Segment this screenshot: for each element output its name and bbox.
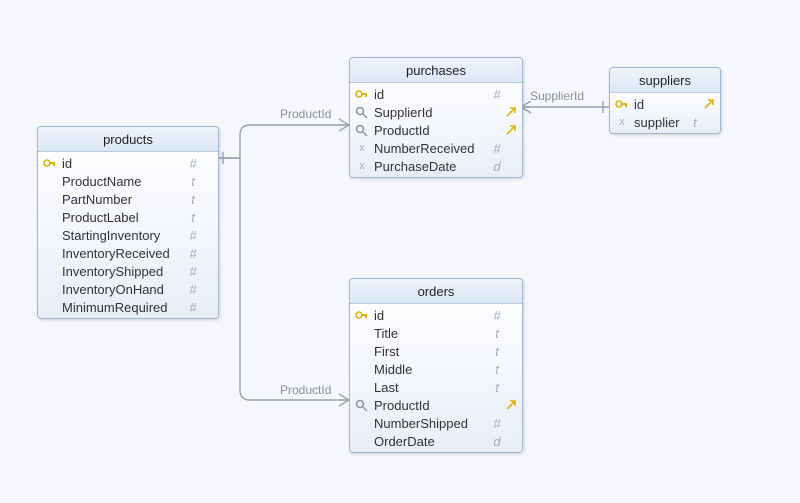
column-icon: [614, 98, 630, 110]
column-icon: [354, 309, 370, 321]
column-name: InventoryReceived: [58, 246, 186, 261]
column-row[interactable]: ProductId: [350, 396, 522, 414]
column-icon: x: [614, 117, 630, 128]
column-name: PartNumber: [58, 192, 186, 207]
column-name: StartingInventory: [58, 228, 186, 243]
column-name: NumberReceived: [370, 141, 490, 156]
entity-suppliers[interactable]: suppliers idxsuppliert: [609, 67, 721, 134]
entity-purchases[interactable]: purchases id#SupplierIdProductIdxNumberR…: [349, 57, 523, 178]
entity-products[interactable]: products id#ProductNametPartNumbertProdu…: [37, 126, 219, 319]
column-name: Title: [370, 326, 490, 341]
column-name: MinimumRequired: [58, 300, 186, 315]
column-fk-icon: [504, 124, 518, 136]
column-icon: [42, 157, 58, 169]
entity-body: idxsuppliert: [610, 93, 720, 133]
column-icon: [354, 106, 370, 118]
column-name: SupplierId: [370, 105, 490, 120]
entity-header: orders: [350, 279, 522, 304]
column-name: NumberShipped: [370, 416, 490, 431]
column-row[interactable]: xsuppliert: [610, 113, 720, 131]
entity-header: products: [38, 127, 218, 152]
column-row[interactable]: xPurchaseDated: [350, 157, 522, 175]
column-type: #: [490, 416, 504, 431]
column-icon: [354, 399, 370, 411]
column-type: d: [490, 159, 504, 174]
relation-label: ProductId: [280, 383, 331, 397]
column-row[interactable]: id: [610, 95, 720, 113]
column-row[interactable]: OrderDated: [350, 432, 522, 450]
column-fk-icon: [504, 106, 518, 118]
column-row[interactable]: Lastt: [350, 378, 522, 396]
column-row[interactable]: ProductNamet: [38, 172, 218, 190]
column-name: ProductLabel: [58, 210, 186, 225]
column-name: supplier: [630, 115, 688, 130]
column-row[interactable]: ProductId: [350, 121, 522, 139]
column-row[interactable]: NumberShipped#: [350, 414, 522, 432]
column-row[interactable]: Titlet: [350, 324, 522, 342]
column-name: InventoryOnHand: [58, 282, 186, 297]
column-name: OrderDate: [370, 434, 490, 449]
column-type: #: [186, 246, 200, 261]
column-row[interactable]: InventoryOnHand#: [38, 280, 218, 298]
column-type: t: [490, 326, 504, 341]
column-name: id: [58, 156, 186, 171]
column-name: ProductId: [370, 123, 490, 138]
column-fk-icon: [504, 399, 518, 411]
column-row[interactable]: xNumberReceived#: [350, 139, 522, 157]
column-name: id: [370, 87, 490, 102]
column-type: #: [186, 264, 200, 279]
column-type: t: [186, 210, 200, 225]
column-type: #: [490, 87, 504, 102]
column-row[interactable]: Middlet: [350, 360, 522, 378]
column-type: #: [186, 156, 200, 171]
column-name: PurchaseDate: [370, 159, 490, 174]
column-type: t: [186, 192, 200, 207]
entity-body: id#SupplierIdProductIdxNumberReceived#xP…: [350, 83, 522, 177]
column-row[interactable]: MinimumRequired#: [38, 298, 218, 316]
column-type: d: [490, 434, 504, 449]
column-type: #: [490, 141, 504, 156]
column-icon: [354, 124, 370, 136]
column-type: t: [490, 380, 504, 395]
column-type: #: [490, 308, 504, 323]
column-name: ProductName: [58, 174, 186, 189]
column-name: Middle: [370, 362, 490, 377]
relation-label: SupplierId: [530, 89, 584, 103]
column-type: t: [688, 115, 702, 130]
column-row[interactable]: InventoryReceived#: [38, 244, 218, 262]
column-row[interactable]: id#: [38, 154, 218, 172]
entity-header: suppliers: [610, 68, 720, 93]
column-icon: [354, 88, 370, 100]
column-row[interactable]: SupplierId: [350, 103, 522, 121]
column-icon: x: [354, 143, 370, 154]
er-canvas: ProductId ProductId SupplierId products …: [0, 0, 800, 503]
column-type: t: [186, 174, 200, 189]
column-name: ProductId: [370, 398, 490, 413]
column-type: t: [490, 344, 504, 359]
column-row[interactable]: id#: [350, 306, 522, 324]
column-name: InventoryShipped: [58, 264, 186, 279]
column-icon: x: [354, 161, 370, 172]
column-type: t: [490, 362, 504, 377]
column-type: #: [186, 300, 200, 315]
column-row[interactable]: ProductLabelt: [38, 208, 218, 226]
column-name: id: [630, 97, 688, 112]
relation-label: ProductId: [280, 107, 331, 121]
column-name: id: [370, 308, 490, 323]
entity-body: id#TitletFirsttMiddletLasttProductIdNumb…: [350, 304, 522, 452]
column-name: First: [370, 344, 490, 359]
entity-header: purchases: [350, 58, 522, 83]
entity-orders[interactable]: orders id#TitletFirsttMiddletLasttProduc…: [349, 278, 523, 453]
column-type: #: [186, 228, 200, 243]
column-type: #: [186, 282, 200, 297]
column-fk-icon: [702, 98, 716, 110]
entity-body: id#ProductNametPartNumbertProductLabeltS…: [38, 152, 218, 318]
column-row[interactable]: Firstt: [350, 342, 522, 360]
column-row[interactable]: PartNumbert: [38, 190, 218, 208]
column-row[interactable]: StartingInventory#: [38, 226, 218, 244]
column-row[interactable]: id#: [350, 85, 522, 103]
column-row[interactable]: InventoryShipped#: [38, 262, 218, 280]
column-name: Last: [370, 380, 490, 395]
